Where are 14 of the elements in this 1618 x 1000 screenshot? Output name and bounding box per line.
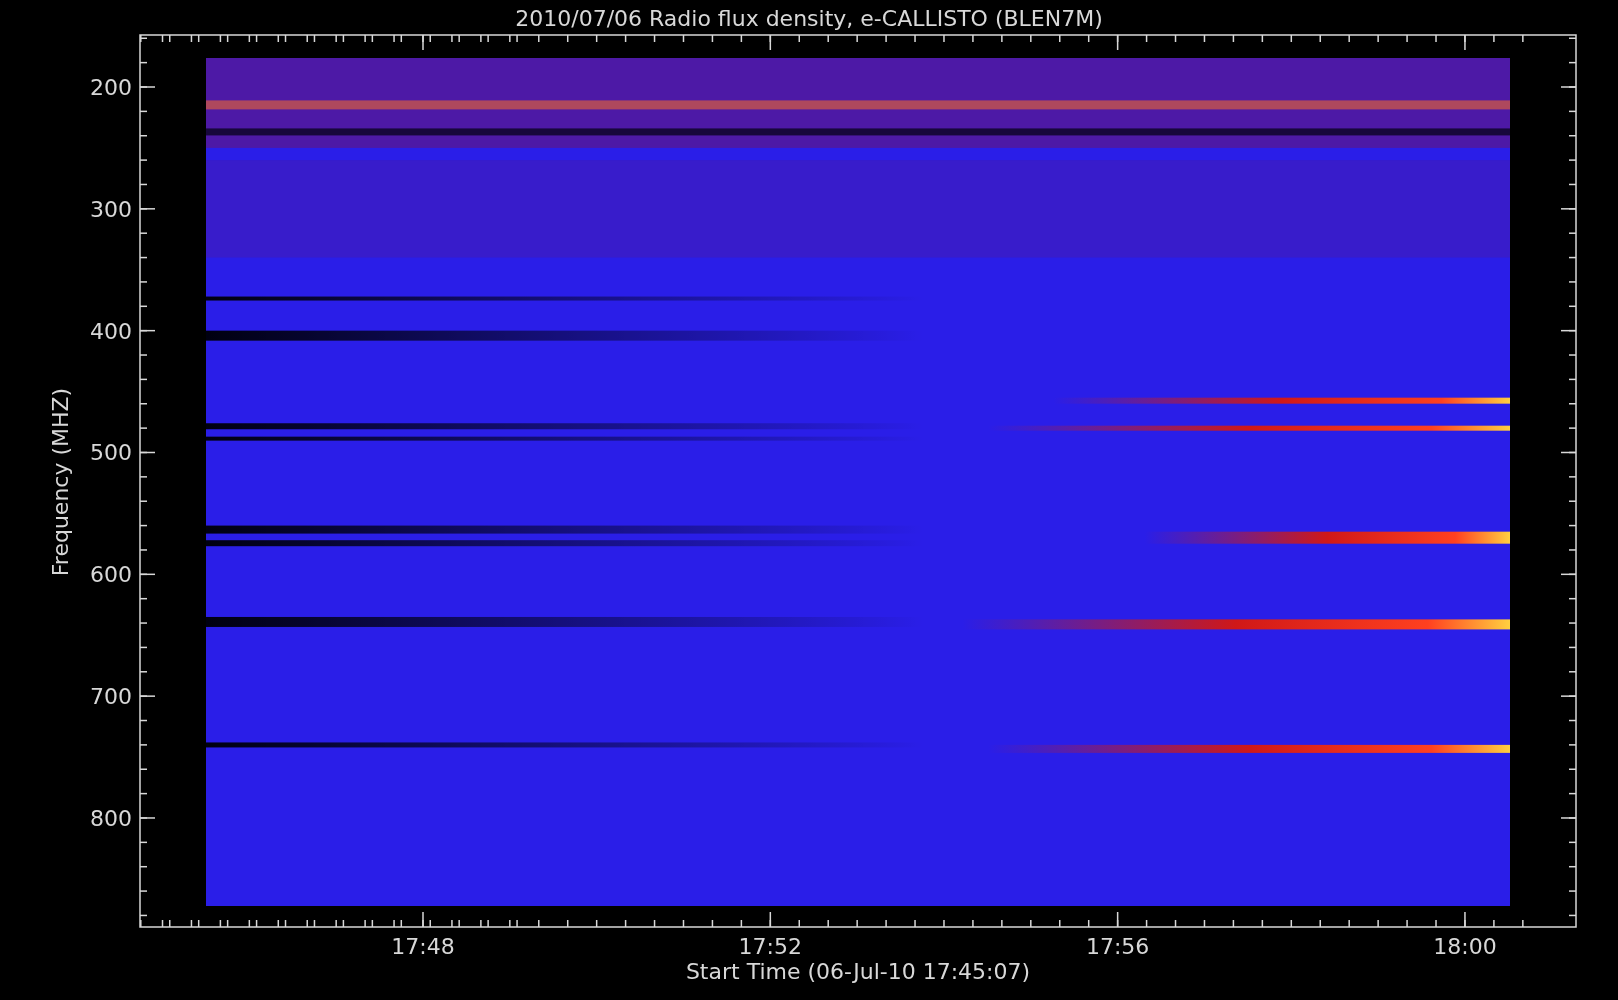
tick-label: 300 — [90, 196, 132, 222]
tick-label: 18:00 — [1433, 934, 1497, 959]
tick-label: 17:48 — [391, 934, 455, 959]
tick-label: 800 — [90, 806, 132, 831]
plot-title: 2010/07/06 Radio flux density, e-CALLISTO (BLEN7M) — [515, 6, 1103, 31]
tick-label: 700 — [90, 684, 132, 710]
tick-label: 200 — [90, 75, 132, 100]
tick-label: 600 — [90, 562, 132, 588]
tick-label: 500 — [90, 440, 132, 466]
y-axis-label: Frequency (MHZ) — [48, 387, 73, 577]
tick-label: 17:56 — [1085, 934, 1150, 959]
x-axis-label: Start Time (06-Jul-10 17:45:07) — [685, 959, 1031, 984]
tick-label: 400 — [90, 318, 132, 344]
tick-label: 17:52 — [738, 934, 802, 959]
